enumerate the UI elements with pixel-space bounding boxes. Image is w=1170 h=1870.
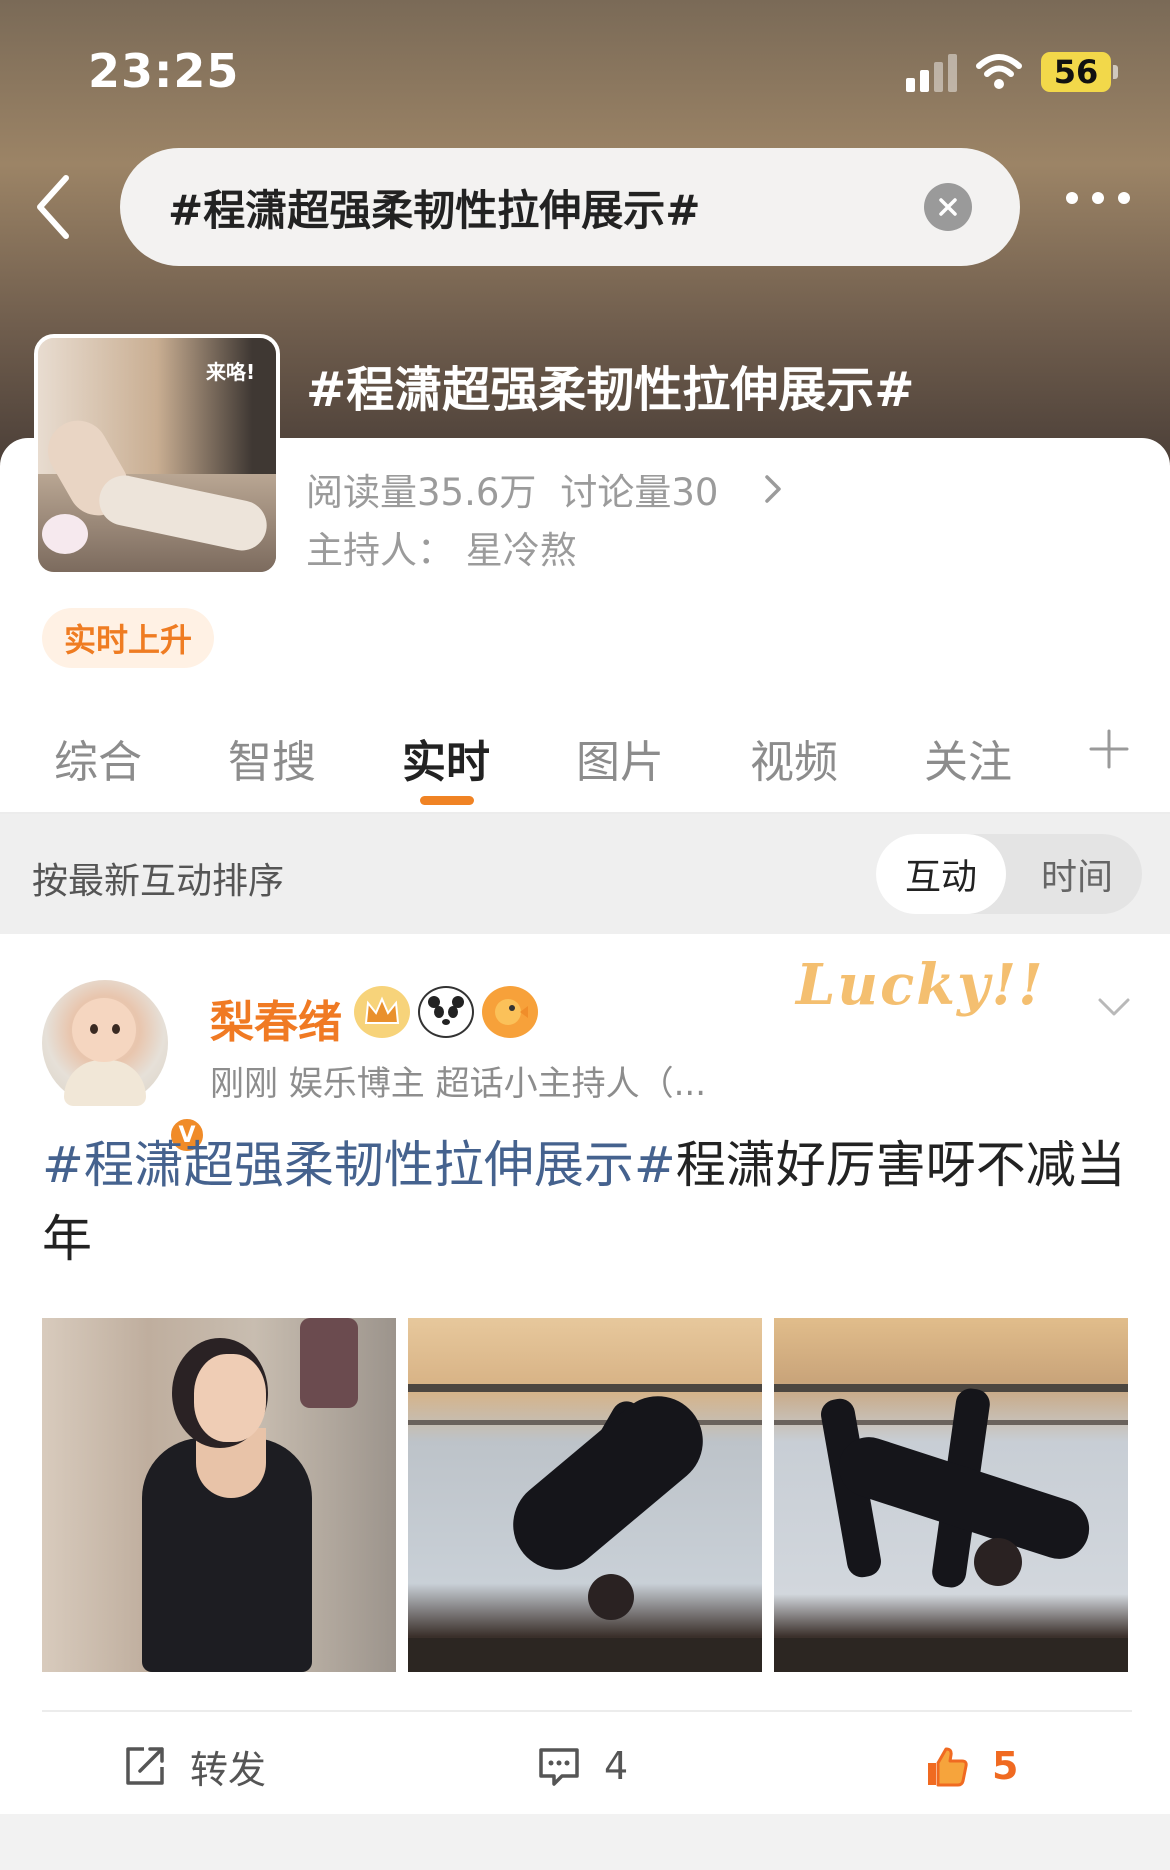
feed-separator bbox=[0, 1814, 1170, 1870]
user-badges bbox=[354, 986, 538, 1038]
tab-videos[interactable]: 视频 bbox=[750, 726, 838, 790]
topic-stats[interactable]: 阅读量35.6万 讨论量30 bbox=[306, 462, 786, 516]
panda-badge-icon bbox=[418, 986, 474, 1038]
rising-badge: 实时上升 bbox=[42, 608, 215, 668]
active-tab-indicator bbox=[420, 796, 474, 805]
comment-icon bbox=[539, 1748, 579, 1786]
sort-toggle: 互动 时间 bbox=[876, 834, 1142, 914]
post-hashtag-link[interactable]: #程潇超强柔韧性拉伸展示# bbox=[42, 1136, 676, 1194]
topic-title: #程潇超强柔韧性拉伸展示# bbox=[306, 362, 915, 418]
post-image-3[interactable] bbox=[774, 1318, 1128, 1672]
sort-label: 按最新互动排序 bbox=[32, 861, 285, 902]
bunny-sticker-icon bbox=[42, 514, 88, 554]
sort-option-interaction[interactable]: 互动 bbox=[876, 834, 1006, 914]
read-count: 阅读量35.6万 bbox=[306, 471, 537, 514]
chevron-right-icon bbox=[765, 475, 782, 503]
tab-bar: 综合 智搜 实时 图片 视频 关注 bbox=[0, 712, 1170, 814]
status-indicators: 56 bbox=[906, 52, 1118, 92]
post-text: #程潇超强柔韧性拉伸展示#程潇好厉害呀不减当年 bbox=[42, 1128, 1132, 1276]
wifi-icon bbox=[976, 54, 1022, 89]
back-chevron-icon[interactable] bbox=[30, 172, 80, 242]
crown-badge-icon bbox=[354, 986, 410, 1038]
more-dots-icon[interactable] bbox=[1066, 192, 1130, 204]
repost-button[interactable]: 转发 bbox=[122, 1734, 266, 1798]
repost-icon bbox=[126, 1747, 164, 1785]
cellular-signal-icon bbox=[906, 52, 957, 92]
status-time: 23:25 bbox=[88, 44, 240, 98]
topic-host: 主持人： 星冷熬 bbox=[306, 529, 577, 572]
pufferfish-badge-icon bbox=[482, 986, 538, 1038]
battery-icon: 56 bbox=[1041, 52, 1118, 92]
post-divider bbox=[42, 1710, 1132, 1712]
post-username[interactable]: 梨春绪 bbox=[210, 986, 342, 1050]
avatar[interactable]: V bbox=[42, 980, 206, 1154]
lucky-decoration: Lucky!! bbox=[796, 952, 1045, 1018]
tab-smart-search[interactable]: 智搜 bbox=[228, 726, 316, 790]
tab-comprehensive[interactable]: 综合 bbox=[54, 726, 142, 790]
search-input[interactable]: #程潇超强柔韧性拉伸展示# bbox=[168, 177, 924, 238]
post-image-1[interactable] bbox=[42, 1318, 396, 1672]
thumbs-up-icon bbox=[928, 1747, 968, 1787]
chevron-down-icon[interactable] bbox=[1094, 992, 1134, 1022]
sort-option-time[interactable]: 时间 bbox=[1012, 834, 1142, 914]
topic-thumbnail[interactable]: 来咯! bbox=[34, 334, 280, 576]
discussion-count: 讨论量30 bbox=[560, 471, 719, 514]
clear-circle-icon[interactable] bbox=[924, 183, 972, 231]
comment-count: 4 bbox=[604, 1744, 629, 1788]
thumbnail-sticker: 来咯! bbox=[206, 360, 256, 384]
tab-images[interactable]: 图片 bbox=[576, 726, 664, 790]
tab-realtime[interactable]: 实时 bbox=[402, 726, 490, 790]
comment-button[interactable]: 4 bbox=[536, 1734, 628, 1798]
sort-bar: 按最新互动排序 互动 时间 bbox=[0, 814, 1170, 934]
search-bar[interactable]: #程潇超强柔韧性拉伸展示# bbox=[120, 148, 1020, 266]
post-meta: 刚刚 娱乐博主 超话小主持人（... bbox=[210, 1064, 707, 1104]
like-count: 5 bbox=[992, 1744, 1019, 1788]
repost-label: 转发 bbox=[190, 1747, 267, 1792]
battery-level: 56 bbox=[1041, 52, 1111, 92]
like-button[interactable]: 5 bbox=[924, 1734, 1018, 1798]
post-image-2[interactable] bbox=[408, 1318, 762, 1672]
tab-following[interactable]: 关注 bbox=[924, 726, 1012, 790]
post-card: V 梨春绪 刚刚 娱乐博主 超话小主持人（... Lucky!! #程潇超强柔韧… bbox=[0, 934, 1170, 1814]
add-tab-icon[interactable] bbox=[1088, 728, 1130, 770]
